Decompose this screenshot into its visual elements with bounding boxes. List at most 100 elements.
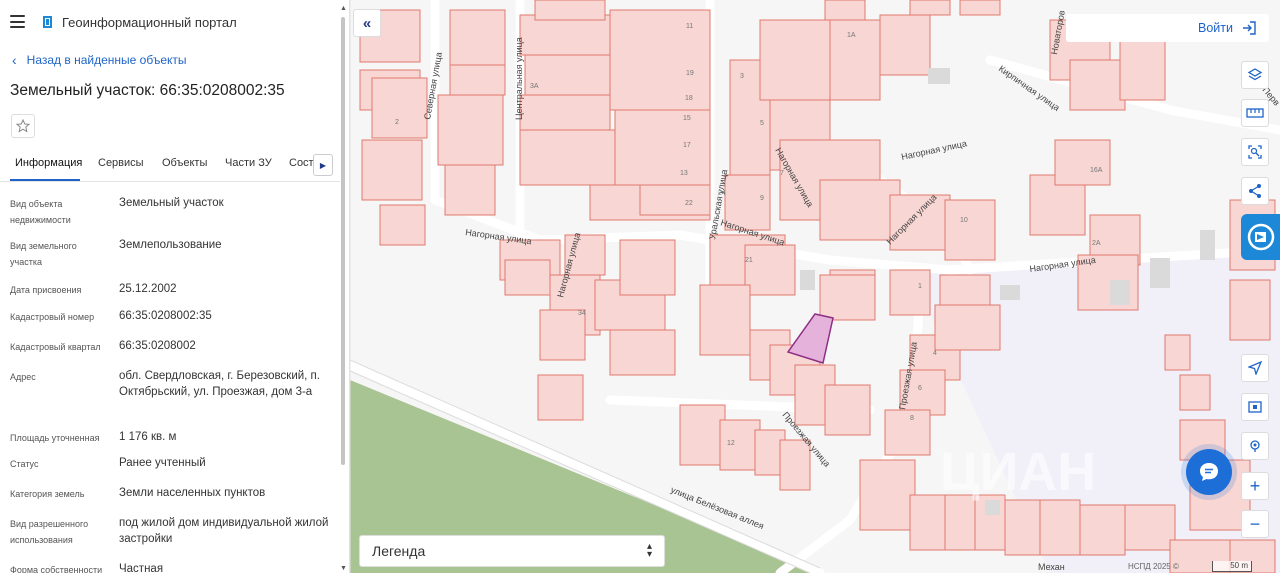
- property-value: Ранее учтенный: [119, 457, 206, 469]
- collapse-sidebar-button[interactable]: «: [353, 9, 381, 37]
- parcel-number: 12: [727, 440, 735, 447]
- chevron-right-icon: ▶: [319, 160, 327, 170]
- ruler-button[interactable]: [1241, 99, 1269, 127]
- nspd-logo-icon: [1247, 223, 1274, 251]
- parcel-number: 34: [578, 310, 586, 317]
- tab-services[interactable]: Сервисы: [98, 157, 144, 169]
- select-area-button[interactable]: [1241, 138, 1269, 166]
- tabs-scroll-right-button[interactable]: ▶: [313, 154, 333, 176]
- property-label: Вид земельного участка: [10, 241, 77, 267]
- parcel-number: 3А: [530, 83, 539, 90]
- property-label: Категория земель: [10, 489, 85, 499]
- map-scale: 50 m: [1212, 561, 1252, 572]
- property-value: под жилой дом индивидуальной жилой застр…: [119, 517, 329, 545]
- chat-icon: [1200, 463, 1218, 481]
- star-icon: [16, 119, 30, 133]
- favorite-button[interactable]: [11, 114, 35, 138]
- chevron-left-icon: ‹: [12, 52, 17, 68]
- map-attribution: НСПД 2025 ©: [1128, 562, 1179, 571]
- object-title: Земельный участок: 66:35:0208002:35: [10, 82, 285, 99]
- login-button[interactable]: Войти: [1066, 14, 1269, 42]
- print-button[interactable]: [1241, 393, 1269, 421]
- sidebar: Геоинформационный портал ‹ Назад в найде…: [0, 0, 350, 573]
- property-label: Вид разрешенного использования: [10, 519, 89, 545]
- legend-dropdown[interactable]: Легенда ▴ ▾: [359, 535, 665, 567]
- select-area-icon: [1248, 145, 1262, 159]
- property-value: 1 176 кв. м: [119, 431, 177, 443]
- layers-icon: [1247, 68, 1263, 81]
- locate-icon: [1248, 361, 1262, 375]
- parcel-number: 1А: [847, 32, 856, 39]
- tab-bar: Информация Сервисы Объекты Части ЗУ Сост: [0, 148, 340, 182]
- print-icon: [1248, 401, 1262, 413]
- cadastral-map[interactable]: Северная улица Центральная улица Нагорна…: [350, 0, 1280, 573]
- back-link-label: Назад в найденные объекты: [26, 53, 187, 67]
- parcel-number: 22: [685, 200, 693, 207]
- parcel-number: 2А: [1092, 240, 1101, 247]
- parcel-number: 10: [960, 217, 968, 224]
- chevron-up-down-icon: ▴ ▾: [646, 541, 652, 560]
- sidebar-scrollbar[interactable]: ▲ ▼: [340, 5, 347, 572]
- sidebar-header: Геоинформационный портал: [0, 0, 349, 44]
- portal-logo-icon: [43, 16, 52, 28]
- property-value: 66:35:0208002: [119, 340, 196, 352]
- parcel-number: 13: [680, 170, 688, 177]
- double-chevron-left-icon: «: [362, 14, 372, 32]
- share-icon: [1249, 184, 1261, 198]
- scroll-up-icon[interactable]: ▲: [340, 5, 347, 12]
- zoom-in-button[interactable]: +: [1241, 472, 1269, 500]
- active-tab-indicator: [10, 179, 80, 181]
- parcel-number: 11: [686, 23, 693, 30]
- parcel-number: 7: [780, 170, 784, 177]
- parcel-number: 5: [760, 120, 764, 127]
- property-value: Частная: [119, 563, 164, 573]
- tab-information[interactable]: Информация: [15, 157, 82, 169]
- target-button[interactable]: [1241, 432, 1269, 460]
- parcel-number: 6: [918, 385, 922, 392]
- property-label: Дата присвоения: [10, 285, 82, 295]
- property-value: 25.12.2002: [119, 283, 177, 295]
- property-label: Адрес: [10, 372, 36, 382]
- property-value: 66:35:0208002:35: [119, 310, 212, 322]
- login-icon: [1243, 21, 1256, 35]
- locate-button[interactable]: [1241, 354, 1269, 382]
- parcel-number: 18: [685, 95, 693, 102]
- parcel-number: 19: [686, 70, 694, 77]
- tab-objects[interactable]: Объекты: [162, 157, 207, 169]
- zoom-out-button[interactable]: −: [1241, 510, 1269, 538]
- property-label: Кадастровый квартал: [10, 342, 101, 352]
- parcel-number: 2: [395, 119, 399, 126]
- property-value: Земли населенных пунктов: [119, 487, 266, 499]
- chat-button[interactable]: [1186, 449, 1232, 495]
- property-label: Площадь уточненная: [10, 433, 100, 443]
- property-label: Форма собственности: [10, 565, 103, 573]
- nspd-portal-button[interactable]: [1241, 214, 1280, 260]
- watermark: ЦИАН: [940, 442, 1096, 502]
- parcel-number: 24: [718, 190, 726, 197]
- ruler-icon: [1246, 108, 1264, 118]
- back-to-results-link[interactable]: ‹ Назад в найденные объекты: [12, 53, 187, 67]
- zoom-in-icon: +: [1249, 475, 1261, 496]
- street-label-tsentralnaya: Центральная улица: [514, 37, 524, 120]
- property-value: Землепользование: [119, 239, 222, 251]
- parcel-number: 3: [740, 73, 744, 80]
- menu-icon[interactable]: [10, 15, 25, 28]
- scroll-thumb[interactable]: [341, 17, 345, 465]
- parcel-number: 17: [683, 142, 691, 149]
- layers-button[interactable]: [1241, 61, 1269, 89]
- property-value: обл. Свердловская, г. Березовский, п. Ок…: [119, 370, 320, 398]
- property-label: Статус: [10, 459, 39, 469]
- property-value: Земельный участок: [119, 197, 224, 209]
- property-label: Вид объекта недвижимости: [10, 199, 71, 225]
- tab-composition[interactable]: Сост: [289, 157, 314, 169]
- tab-land-parts[interactable]: Части ЗУ: [225, 157, 272, 169]
- share-button[interactable]: [1241, 177, 1269, 205]
- parcel-number: 4: [933, 350, 937, 357]
- parcel-number: 9: [760, 195, 764, 202]
- map-canvas[interactable]: Северная улица Центральная улица Нагорна…: [350, 0, 1280, 573]
- scroll-down-icon[interactable]: ▼: [340, 565, 347, 572]
- zoom-out-icon: −: [1249, 513, 1261, 534]
- parcel-number: 1: [918, 283, 922, 290]
- parcel-number: 16А: [1090, 167, 1103, 174]
- target-icon: [1250, 440, 1260, 452]
